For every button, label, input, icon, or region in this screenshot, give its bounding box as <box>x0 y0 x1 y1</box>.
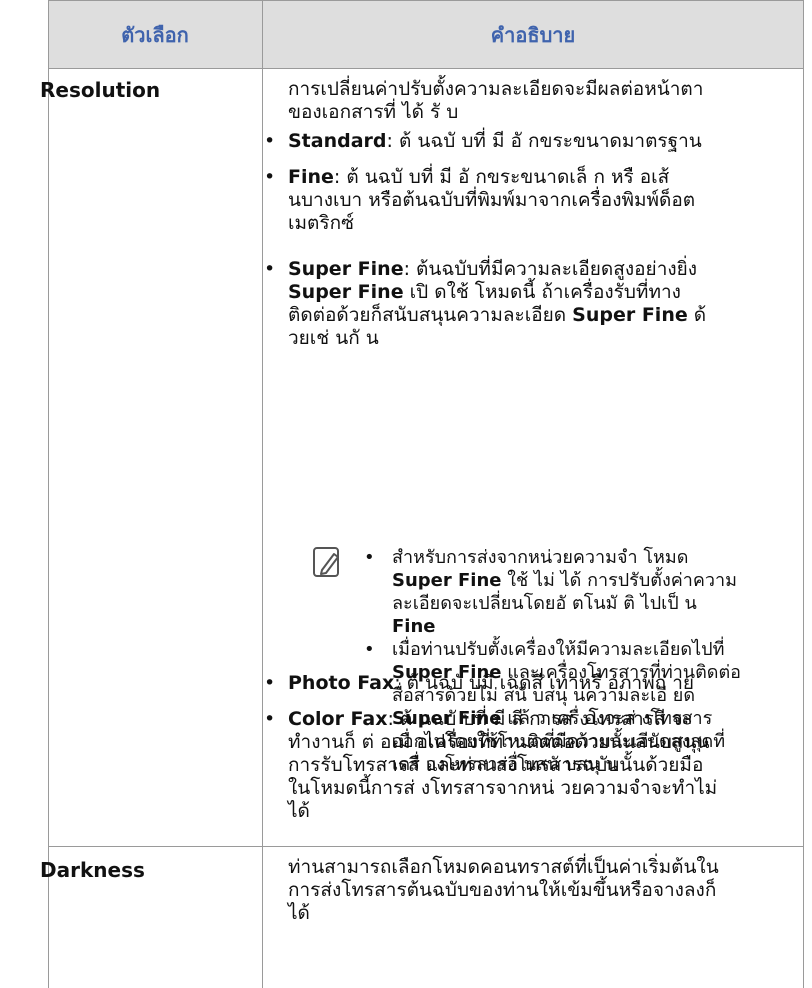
option-darkness: Darkness <box>40 858 145 882</box>
table-border-left <box>48 0 49 988</box>
note-bullet-icon: • <box>364 547 375 568</box>
item-superfine: Super Fine: ต้นฉบับที่มีความละเอียดสูงอย… <box>288 258 707 349</box>
item-standard: Standard: ต้ นฉบั บที่ มี อั กขระขนาดมาต… <box>288 130 702 152</box>
darkness-description: ท่านสามารถเลือกโหมดคอนทราสต์ที่เป็นค่าเร… <box>288 856 719 924</box>
header-option: ตัวเลือก <box>121 23 189 47</box>
bullet-icon: • <box>264 258 276 280</box>
header-divider <box>48 68 804 69</box>
row-divider <box>48 846 804 847</box>
note-pencil-icon <box>313 547 339 577</box>
header-description: คำอธิบาย <box>490 23 576 47</box>
note-bullet-icon: • <box>364 639 375 660</box>
note-memory-send: สำหรับการส่งจากหน่วยความจำ โหมด Super Fi… <box>392 547 738 637</box>
bullet-icon: • <box>264 672 276 694</box>
table-header: ตัวเลือก คำอธิบาย <box>48 0 804 69</box>
item-photo-fax: Photo Fax: ต้ นฉบั บมี เฉดสี เทาหรื อภาพ… <box>288 672 695 694</box>
resolution-intro: การเปลี่ยนค่าปรับตั้งความละเอียดจะมีผลต่… <box>288 78 704 123</box>
item-color-fax: Color Fax: ต้ นฉบั บที่ มี สี การส่ งโทร… <box>288 708 718 822</box>
column-divider <box>262 0 263 988</box>
table-border-right <box>803 0 804 988</box>
bullet-icon: • <box>264 708 276 730</box>
item-fine: Fine: ต้ นฉบั บที่ มี อั กขระขนาดเล็ ก ห… <box>288 166 696 234</box>
bullet-icon: • <box>264 130 276 152</box>
option-resolution: Resolution <box>40 78 161 102</box>
bullet-icon: • <box>264 166 276 188</box>
